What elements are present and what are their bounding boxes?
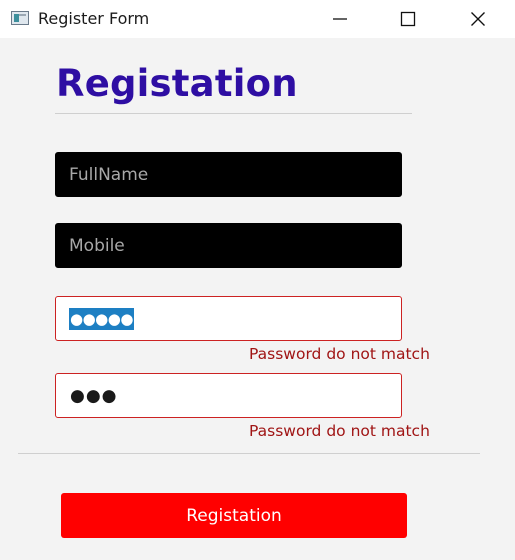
title-bar: Register Form: [0, 0, 515, 38]
password-masked-value: ●●●●●: [69, 308, 134, 330]
registration-submit-button[interactable]: Registation: [61, 493, 407, 538]
confirm-password-error-message: Password do not match: [249, 422, 430, 440]
window-title: Register Form: [38, 9, 150, 28]
title-divider: [55, 113, 412, 114]
maximize-button[interactable]: [385, 0, 431, 38]
close-button[interactable]: [455, 0, 501, 38]
minimize-icon: [333, 18, 347, 20]
maximize-icon: [400, 11, 416, 27]
minimize-button[interactable]: [317, 0, 363, 38]
form-divider: [18, 453, 480, 454]
confirm-password-masked-value: ●●●: [70, 386, 118, 406]
page-title: Registation: [56, 62, 298, 105]
confirm-password-input[interactable]: ●●●: [55, 373, 402, 418]
app-window-icon: [11, 11, 29, 25]
password-input[interactable]: ●●●●●: [55, 296, 402, 341]
close-icon: [471, 12, 485, 26]
password-error-message: Password do not match: [249, 345, 430, 363]
fullname-input[interactable]: [55, 152, 402, 197]
mobile-input[interactable]: [55, 223, 402, 268]
